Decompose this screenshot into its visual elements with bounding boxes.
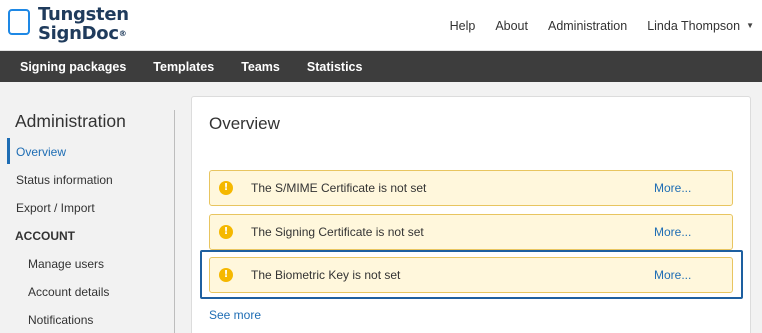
- sidebar-section-account: ACCOUNT: [15, 229, 75, 243]
- more-link[interactable]: More...: [654, 268, 691, 282]
- registered-mark: ®: [118, 29, 127, 38]
- alert-smime-certificate: ! The S/MIME Certificate is not set More…: [209, 170, 733, 206]
- sidebar-item-overview[interactable]: Overview: [16, 145, 66, 159]
- overview-panel: Overview ! The S/MIME Certificate is not…: [191, 96, 751, 333]
- alert-biometric-key: ! The Biometric Key is not set More...: [209, 257, 733, 293]
- sidebar-item-status-information[interactable]: Status information: [16, 173, 113, 187]
- top-links: Help About Administration Linda Thompson…: [450, 0, 762, 51]
- active-indicator: [7, 138, 10, 164]
- admin-sidebar: Administration Overview Status informati…: [0, 82, 176, 333]
- nav-templates[interactable]: Templates: [153, 60, 214, 74]
- sidebar-divider: [174, 110, 175, 333]
- brand-logo[interactable]: Tungsten SignDoc®: [8, 5, 158, 45]
- user-menu[interactable]: Linda Thompson ▼: [647, 19, 754, 33]
- sidebar-item-manage-users[interactable]: Manage users: [28, 257, 104, 271]
- about-link[interactable]: About: [495, 19, 528, 33]
- more-link[interactable]: More...: [654, 225, 691, 239]
- warning-icon: !: [219, 268, 233, 282]
- page-title: Overview: [209, 114, 280, 133]
- more-link[interactable]: More...: [654, 181, 691, 195]
- sidebar-item-account-details[interactable]: Account details: [28, 285, 109, 299]
- nav-statistics[interactable]: Statistics: [307, 60, 363, 74]
- sidebar-title: Administration: [15, 111, 126, 131]
- signdoc-logo-icon: [8, 9, 30, 35]
- brand-line2-text: SignDoc: [38, 23, 119, 44]
- user-name: Linda Thompson: [647, 18, 741, 33]
- warning-icon: !: [219, 225, 233, 239]
- see-more-link[interactable]: See more: [209, 308, 261, 322]
- alert-signing-certificate: ! The Signing Certificate is not set Mor…: [209, 214, 733, 250]
- administration-link[interactable]: Administration: [548, 19, 627, 33]
- sidebar-item-export-import[interactable]: Export / Import: [16, 201, 95, 215]
- alert-text: The Biometric Key is not set: [251, 268, 401, 282]
- brand-name: Tungsten SignDoc®: [38, 5, 129, 43]
- app-header: Tungsten SignDoc® Help About Administrat…: [0, 0, 762, 51]
- brand-line1: Tungsten: [38, 4, 129, 25]
- nav-signing-packages[interactable]: Signing packages: [20, 60, 126, 74]
- help-link[interactable]: Help: [450, 19, 476, 33]
- chevron-down-icon: ▼: [746, 21, 754, 30]
- warning-icon: !: [219, 181, 233, 195]
- alert-text: The Signing Certificate is not set: [251, 225, 424, 239]
- alert-text: The S/MIME Certificate is not set: [251, 181, 427, 195]
- main-nav: Signing packages Templates Teams Statist…: [0, 51, 762, 82]
- brand-line2: SignDoc®: [38, 24, 129, 43]
- nav-teams[interactable]: Teams: [241, 60, 280, 74]
- sidebar-item-notifications[interactable]: Notifications: [28, 313, 93, 327]
